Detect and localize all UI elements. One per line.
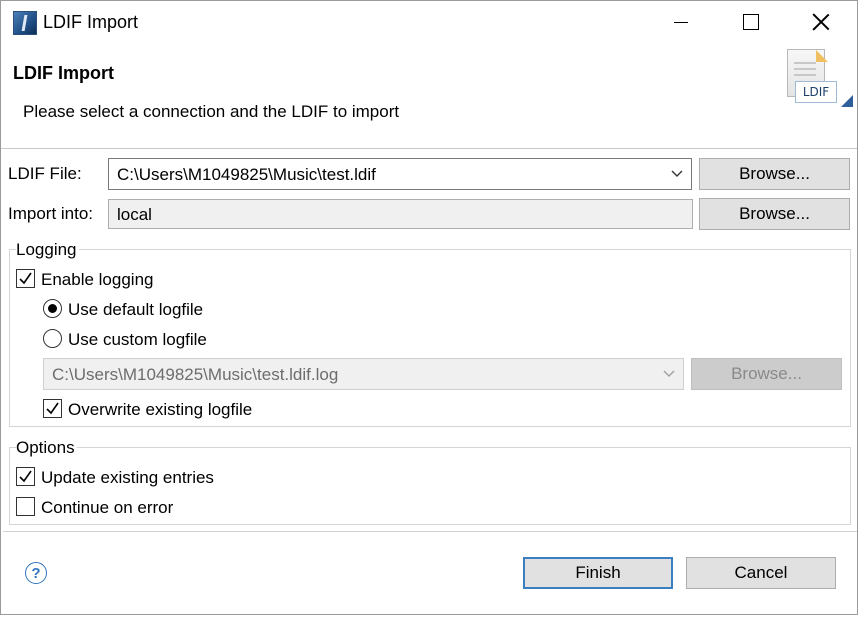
chevron-down-icon[interactable] — [671, 167, 683, 179]
enable-logging-checkbox[interactable] — [16, 269, 35, 288]
options-group-title: Options — [16, 438, 77, 458]
title-bar: LDIF Import — [1, 1, 857, 43]
help-icon[interactable]: ? — [25, 562, 47, 584]
close-icon — [812, 13, 830, 31]
ldif-file-label: LDIF File: — [8, 164, 82, 183]
maximize-icon — [743, 14, 759, 30]
custom-logfile-combo: C:\Users\M1049825\Music\test.ldif.log — [43, 358, 684, 390]
use-default-logfile-radio[interactable] — [43, 299, 62, 318]
overwrite-logfile-checkbox[interactable] — [43, 399, 62, 418]
ldif-file-icon: LDIF — [785, 49, 855, 109]
wizard-banner: LDIF Import Please select a connection a… — [1, 43, 857, 149]
banner-title: LDIF Import — [13, 63, 114, 83]
ldif-import-dialog: LDIF Import LDIF Import Please select a … — [0, 0, 858, 615]
banner-description: Please select a connection and the LDIF … — [23, 102, 400, 121]
minimize-icon — [674, 21, 688, 23]
use-default-logfile-label[interactable]: Use default logfile — [68, 300, 203, 320]
import-into-browse-button[interactable]: Browse... — [699, 198, 850, 230]
continue-on-error-label[interactable]: Continue on error — [41, 498, 173, 518]
custom-logfile-value: C:\Users\M1049825\Music\test.ldif.log — [52, 365, 339, 384]
import-into-value: local — [117, 205, 152, 224]
custom-logfile-browse-button: Browse... — [691, 358, 842, 390]
update-existing-checkbox[interactable] — [16, 467, 35, 486]
use-custom-logfile-radio[interactable] — [43, 329, 62, 348]
continue-on-error-checkbox[interactable] — [16, 497, 35, 516]
use-custom-logfile-label[interactable]: Use custom logfile — [68, 330, 207, 350]
chevron-down-icon — [663, 367, 675, 379]
close-button[interactable] — [786, 1, 856, 43]
ldif-icon-label: LDIF — [795, 81, 837, 103]
ldif-file-value: C:\Users\M1049825\Music\test.ldif — [117, 165, 376, 184]
enable-logging-label[interactable]: Enable logging — [41, 270, 153, 290]
cancel-button[interactable]: Cancel — [686, 557, 836, 589]
logging-group-title: Logging — [16, 240, 79, 260]
footer-divider — [3, 531, 857, 532]
import-into-field[interactable]: local — [108, 199, 693, 229]
ldif-file-browse-button[interactable]: Browse... — [699, 158, 850, 190]
finish-button[interactable]: Finish — [523, 557, 673, 589]
maximize-button[interactable] — [716, 1, 786, 43]
overwrite-logfile-label[interactable]: Overwrite existing logfile — [68, 400, 252, 420]
ldif-file-combo[interactable]: C:\Users\M1049825\Music\test.ldif — [108, 158, 692, 190]
window-title: LDIF Import — [43, 12, 139, 32]
update-existing-label[interactable]: Update existing entries — [41, 468, 214, 488]
app-icon — [13, 11, 37, 35]
import-into-label: Import into: — [8, 204, 94, 223]
minimize-button[interactable] — [646, 1, 716, 43]
